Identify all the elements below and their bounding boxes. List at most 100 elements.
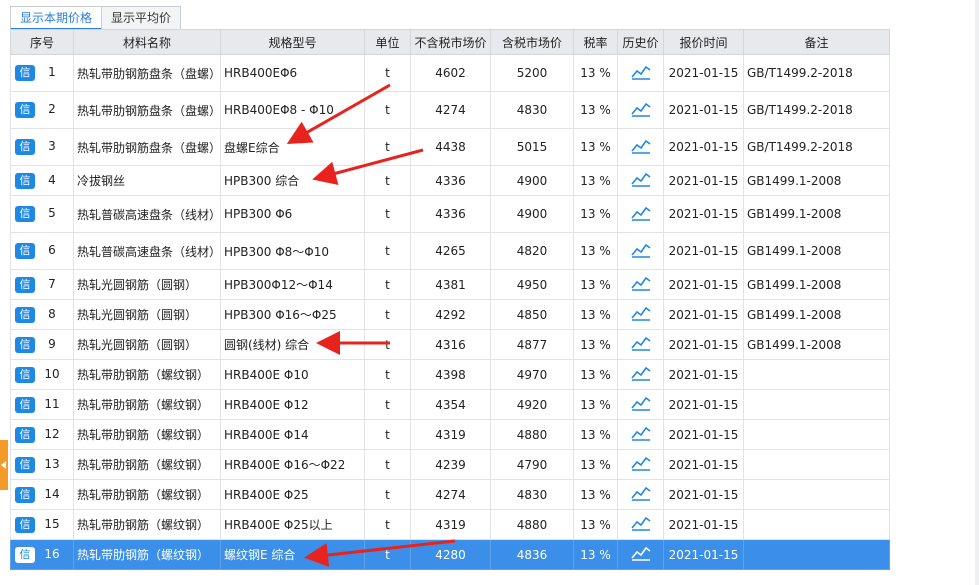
price-in-tax-cell: 4900 [490, 165, 574, 196]
table-row[interactable]: 信 4 冷拔钢丝 HPB300 综合 t 4336 4900 13 % 2021-01-15 GB… [10, 165, 890, 196]
row-no-cell: 信5 [10, 195, 74, 233]
row-no-cell: 信7 [10, 269, 74, 300]
table-row[interactable]: 信 7 热轧光圆钢筋（圆钢） HPB300Φ12～Φ14 t 4381 4950 13 % 20… [10, 269, 890, 300]
unit-cell: t [364, 419, 411, 450]
trend-chart-icon[interactable] [630, 485, 651, 501]
info-badge-icon[interactable]: 信 [15, 486, 35, 503]
price-in-tax-cell: 4950 [490, 269, 574, 300]
note-cell [743, 539, 890, 570]
note-cell: GB1499.1-2008 [743, 165, 890, 196]
material-name-cell: 热轧带肋钢筋（螺纹钢） [73, 389, 221, 420]
price-ex-tax-cell: 4319 [410, 419, 491, 450]
trend-chart-icon[interactable] [630, 171, 651, 187]
tax-rate-cell: 13 % [573, 389, 618, 420]
quote-date-cell: 2021-01-15 [663, 509, 744, 540]
row-no-cell: 信9 [10, 329, 74, 360]
price-in-tax-cell: 4830 [490, 479, 574, 510]
trend-chart-icon[interactable] [630, 545, 651, 561]
table-row[interactable]: 信 5 热轧普碳高速盘条（线材） HPB300 Φ6 t 4336 4900 13 % 2021… [10, 195, 890, 233]
col-header-history[interactable]: 历史价 [617, 29, 664, 55]
tax-rate-cell: 13 % [573, 539, 618, 570]
history-price-cell [617, 449, 664, 480]
price-in-tax-cell: 4850 [490, 299, 574, 330]
col-header-price-ex-tax[interactable]: 不含税市场价 [410, 29, 491, 55]
material-name-cell: 热轧带肋钢筋（螺纹钢） [73, 449, 221, 480]
note-cell: GB1499.1-2008 [743, 299, 890, 330]
trend-chart-icon[interactable] [630, 205, 651, 221]
trend-chart-icon[interactable] [630, 395, 651, 411]
price-ex-tax-cell: 4438 [410, 128, 491, 166]
trend-chart-icon[interactable] [630, 425, 651, 441]
material-name-cell: 热轧带肋钢筋（螺纹钢） [73, 419, 221, 450]
price-in-tax-cell: 4877 [490, 329, 574, 360]
table-header: 序号 材料名称 规格型号 单位 不含税市场价 含税市场价 税率 历史价 报价时间… [10, 29, 890, 55]
info-badge-icon[interactable]: 信 [15, 172, 35, 189]
note-cell: GB1499.1-2008 [743, 329, 890, 360]
side-collapse-tab[interactable] [0, 440, 8, 490]
col-header-price-in-tax[interactable]: 含税市场价 [490, 29, 574, 55]
info-badge-icon[interactable]: 信 [15, 426, 35, 443]
trend-chart-icon[interactable] [630, 455, 651, 471]
tab-current-price[interactable]: 显示本期价格 [10, 6, 103, 30]
info-badge-icon[interactable]: 信 [15, 456, 35, 473]
tab-average-price[interactable]: 显示平均价 [101, 6, 182, 29]
spec-cell: HPB300 Φ8～Φ10 [220, 232, 365, 270]
table-row[interactable]: 信 3 热轧带肋钢筋盘条（盘螺） 盘螺E综合 t 4438 5015 13 % 2021-01-… [10, 128, 890, 166]
table-row[interactable]: 信 16 热轧带肋钢筋（螺纹钢） 螺纹钢E 综合 t 4280 4836 13 % 2021-0… [10, 539, 890, 570]
info-badge-icon[interactable]: 信 [15, 276, 35, 293]
table-row[interactable]: 信 8 热轧光圆钢筋（圆钢） HPB300 Φ16～Φ25 t 4292 4850 13 % 2… [10, 299, 890, 330]
tax-rate-cell: 13 % [573, 91, 618, 129]
trend-chart-icon[interactable] [630, 305, 651, 321]
info-badge-icon[interactable]: 信 [15, 516, 35, 533]
unit-cell: t [364, 91, 411, 129]
col-header-no[interactable]: 序号 [10, 29, 74, 55]
unit-cell: t [364, 389, 411, 420]
info-badge-icon[interactable]: 信 [15, 206, 35, 222]
info-badge-icon[interactable]: 信 [15, 366, 35, 383]
col-header-unit[interactable]: 单位 [364, 29, 411, 55]
trend-chart-icon[interactable] [630, 275, 651, 291]
trend-chart-icon[interactable] [630, 64, 651, 80]
trend-chart-icon[interactable] [630, 101, 651, 117]
table-row[interactable]: 信 11 热轧带肋钢筋（螺纹钢） HRB400E Φ12 t 4354 4920 13 % 20… [10, 389, 890, 420]
material-name-cell: 热轧光圆钢筋（圆钢） [73, 299, 221, 330]
info-badge-icon[interactable]: 信 [15, 139, 35, 155]
col-header-spec[interactable]: 规格型号 [220, 29, 365, 55]
table-row[interactable]: 信 13 热轧带肋钢筋（螺纹钢） HRB400E Φ16～Φ22 t 4239 4790 13… [10, 449, 890, 480]
info-badge-icon[interactable]: 信 [15, 65, 35, 81]
trend-chart-icon[interactable] [630, 138, 651, 154]
col-header-date[interactable]: 报价时间 [663, 29, 744, 55]
col-header-tax[interactable]: 税率 [573, 29, 618, 55]
table-row[interactable]: 信 15 热轧带肋钢筋（螺纹钢） HRB400E Φ25以上 t 4319 4880 13 %… [10, 509, 890, 540]
trend-chart-icon[interactable] [630, 242, 651, 258]
spec-cell: HRB400E Φ12 [220, 389, 365, 420]
table-row[interactable]: 信 2 热轧带肋钢筋盘条（盘螺） HRB400EΦ8 - Φ10 t 4274 4830 13… [10, 91, 890, 129]
info-badge-icon[interactable]: 信 [15, 306, 35, 323]
row-no-cell: 信8 [10, 299, 74, 330]
trend-chart-icon[interactable] [630, 365, 651, 381]
info-badge-icon[interactable]: 信 [15, 336, 35, 353]
table-row[interactable]: 信 1 热轧带肋钢筋盘条（盘螺） HRB400EΦ6 t 4602 5200 13 % 2021… [10, 54, 890, 92]
table-row[interactable]: 信 9 热轧光圆钢筋（圆钢） 圆钢(线材) 综合 t 4316 4877 13 % 2021-0… [10, 329, 890, 360]
price-ex-tax-cell: 4354 [410, 389, 491, 420]
price-in-tax-cell: 4970 [490, 359, 574, 390]
row-number: 6 [48, 243, 56, 257]
price-in-tax-cell: 4820 [490, 232, 574, 270]
info-badge-icon[interactable]: 信 [15, 546, 35, 563]
table-row[interactable]: 信 6 热轧普碳高速盘条（线材） HPB300 Φ8～Φ10 t 4265 4820 13 %… [10, 232, 890, 270]
tax-rate-cell: 13 % [573, 419, 618, 450]
col-header-name[interactable]: 材料名称 [73, 29, 221, 55]
table-row[interactable]: 信 14 热轧带肋钢筋（螺纹钢） HRB400E Φ25 t 4274 4830 13 % 20… [10, 479, 890, 510]
trend-chart-icon[interactable] [630, 335, 651, 351]
row-no-cell: 信 10 [10, 359, 74, 390]
row-number: 12 [44, 426, 60, 441]
info-badge-icon[interactable]: 信 [15, 243, 35, 259]
row-number: 1 [48, 65, 56, 79]
info-badge-icon[interactable]: 信 [15, 102, 35, 118]
material-name-cell: 热轧带肋钢筋（螺纹钢） [73, 479, 221, 510]
table-row[interactable]: 信 12 热轧带肋钢筋（螺纹钢） HRB400E Φ14 t 4319 4880 13 % 20… [10, 419, 890, 450]
table-row[interactable]: 信 10 热轧带肋钢筋（螺纹钢） HRB400E Φ10 t 4398 4970 13 % 20… [10, 359, 890, 390]
trend-chart-icon[interactable] [630, 515, 651, 531]
col-header-note[interactable]: 备注 [743, 29, 890, 55]
info-badge-icon[interactable]: 信 [15, 396, 35, 413]
